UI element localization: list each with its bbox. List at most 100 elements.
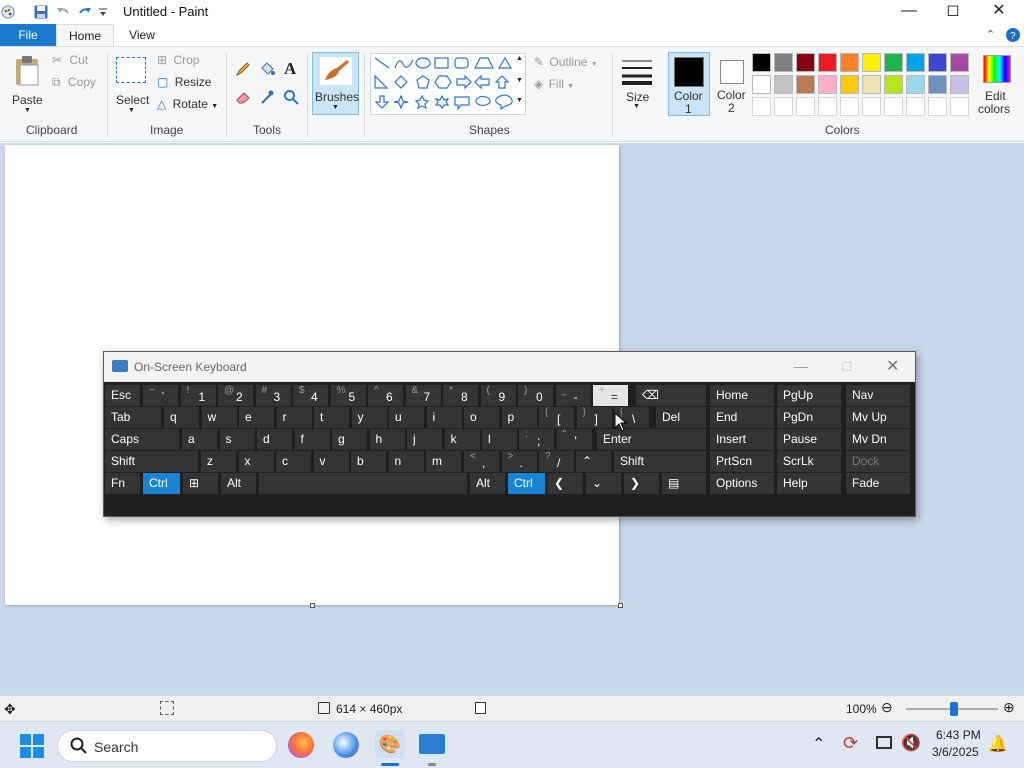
key-q[interactable]: q xyxy=(164,407,199,428)
key-4[interactable]: $4 xyxy=(293,385,328,406)
key-ctrl-left[interactable]: Ctrl xyxy=(143,473,180,494)
osk-minimize-button[interactable]: — xyxy=(794,358,808,374)
key-del[interactable]: Del xyxy=(656,407,706,428)
palette-swatch[interactable] xyxy=(774,53,793,72)
palette-swatch[interactable] xyxy=(752,97,771,116)
key-c[interactable]: c xyxy=(276,451,311,472)
size-button[interactable]: Size ▼ xyxy=(618,53,656,115)
palette-swatch[interactable] xyxy=(774,75,793,94)
key-e[interactable]: e xyxy=(239,407,274,428)
key-p[interactable]: p xyxy=(501,407,537,428)
key-6[interactable]: ^ 6 xyxy=(368,385,403,406)
palette-swatch[interactable] xyxy=(796,75,815,94)
key-y[interactable]: y xyxy=(351,407,387,428)
key-m[interactable]: m xyxy=(426,451,461,472)
key-z[interactable]: z xyxy=(201,451,236,472)
key-space[interactable] xyxy=(259,473,467,494)
key-w[interactable]: w xyxy=(201,407,237,428)
magnifier-icon[interactable] xyxy=(283,89,299,108)
palette-swatch[interactable] xyxy=(906,97,925,116)
key-r[interactable]: r xyxy=(276,407,312,428)
palette-swatch[interactable] xyxy=(862,75,881,94)
zoom-slider-thumb[interactable] xyxy=(950,702,958,716)
maximize-button[interactable]: ◻ xyxy=(930,0,976,24)
key-mvup[interactable]: Mv Up xyxy=(846,407,910,428)
key-t[interactable]: t xyxy=(314,407,349,428)
shapes-more-icon[interactable]: ▼ xyxy=(516,97,523,104)
key-n[interactable]: n xyxy=(388,451,424,472)
key-x[interactable]: x xyxy=(238,451,274,472)
key-`[interactable]: ~ ` xyxy=(143,385,178,406)
palette-swatch[interactable] xyxy=(884,53,903,72)
palette-swatch[interactable] xyxy=(774,97,793,116)
clock-time[interactable]: 6:43 PM xyxy=(936,728,981,742)
key-fn[interactable]: Fn xyxy=(105,473,140,494)
key-1[interactable]: ! 1 xyxy=(180,385,216,406)
osk-taskbar-icon[interactable] xyxy=(419,734,445,754)
customize-quick-access-icon[interactable] xyxy=(98,4,114,20)
windows-start-icon[interactable] xyxy=(20,734,44,761)
key-3[interactable]: #3 xyxy=(255,385,291,406)
shapes-gallery[interactable] xyxy=(370,53,526,115)
clock-date[interactable]: 3/6/2025 xyxy=(932,745,979,759)
paint-taskbar-icon[interactable] xyxy=(333,732,359,758)
key-5[interactable]: % 5 xyxy=(330,385,366,406)
palette-swatch[interactable] xyxy=(906,53,925,72)
save-icon[interactable] xyxy=(33,4,49,20)
fill-button[interactable]: ◈ Fill ▼ xyxy=(534,77,574,91)
key-arrow-right[interactable]: ❯ xyxy=(624,473,659,494)
key--[interactable]: _ - xyxy=(555,385,591,406)
paint-classic-icon[interactable]: 🎨 xyxy=(375,730,405,758)
brushes-button[interactable]: Brushes ▼ xyxy=(312,52,359,115)
palette-swatch[interactable] xyxy=(950,53,969,72)
key-o[interactable]: o xyxy=(464,407,499,428)
key-end[interactable]: End xyxy=(710,407,774,428)
key-[[interactable]: {[ xyxy=(539,407,574,428)
key-help[interactable]: Help xyxy=(777,473,841,494)
palette-swatch[interactable] xyxy=(906,75,925,94)
key-nav[interactable]: Nav xyxy=(846,385,910,406)
tab-file[interactable]: File xyxy=(0,24,56,46)
key-menu[interactable]: ▤ xyxy=(662,473,706,494)
key-windows[interactable]: ⊞ xyxy=(183,473,218,494)
eraser-icon[interactable] xyxy=(235,89,251,108)
key-options[interactable]: Options xyxy=(710,473,774,494)
key-b[interactable]: b xyxy=(351,451,386,472)
key-'[interactable]: " ' xyxy=(556,429,592,450)
key-2[interactable]: @2 xyxy=(218,385,253,406)
key-home[interactable]: Home xyxy=(710,385,774,406)
key-9[interactable]: (9 xyxy=(480,385,516,406)
key-][interactable]: }] xyxy=(576,407,612,428)
key-s[interactable]: s xyxy=(219,429,255,450)
key-8[interactable]: * 8 xyxy=(443,385,478,406)
edit-colors-button[interactable]: Edit colors xyxy=(975,53,1019,117)
key-a[interactable]: a xyxy=(182,429,217,450)
tab-view[interactable]: View xyxy=(114,24,170,46)
key-tab[interactable]: Tab xyxy=(105,407,161,428)
paste-button[interactable]: Paste ▼ xyxy=(8,51,46,115)
palette-swatch[interactable] xyxy=(928,97,947,116)
palette-swatch[interactable] xyxy=(840,97,859,116)
key-alt-right[interactable]: Alt xyxy=(470,473,505,494)
taskbar-search-box[interactable]: Search xyxy=(57,730,277,762)
key-;[interactable]: :; xyxy=(519,429,554,450)
color-picker-icon[interactable] xyxy=(259,89,275,108)
color2-button[interactable]: Color 2 xyxy=(713,52,751,116)
resize-handle-corner[interactable] xyxy=(618,603,623,608)
key-0[interactable]: ) 0 xyxy=(518,385,553,406)
firefox-icon[interactable] xyxy=(288,732,314,758)
osk-title-bar[interactable]: On-Screen Keyboard — ◻ ✕ xyxy=(104,352,915,382)
key-v[interactable]: v xyxy=(313,451,349,472)
key-arrow-up[interactable]: ⌃ xyxy=(576,451,611,472)
crop-button[interactable]: ⊞ Crop xyxy=(157,53,199,67)
key-.[interactable]: >. xyxy=(501,451,537,472)
notification-bell-icon[interactable]: 🔔 xyxy=(988,734,1008,754)
key-d[interactable]: d xyxy=(257,429,292,450)
select-button[interactable]: Select ▼ xyxy=(114,51,150,115)
palette-swatch[interactable] xyxy=(862,53,881,72)
palette-swatch[interactable] xyxy=(840,75,859,94)
outline-button[interactable]: ✎ Outline ▼ xyxy=(534,55,598,69)
cut-button[interactable]: ✂ Cut xyxy=(52,53,88,71)
key-shift-right[interactable]: Shift xyxy=(614,451,706,472)
key-caps[interactable]: Caps xyxy=(105,429,179,450)
